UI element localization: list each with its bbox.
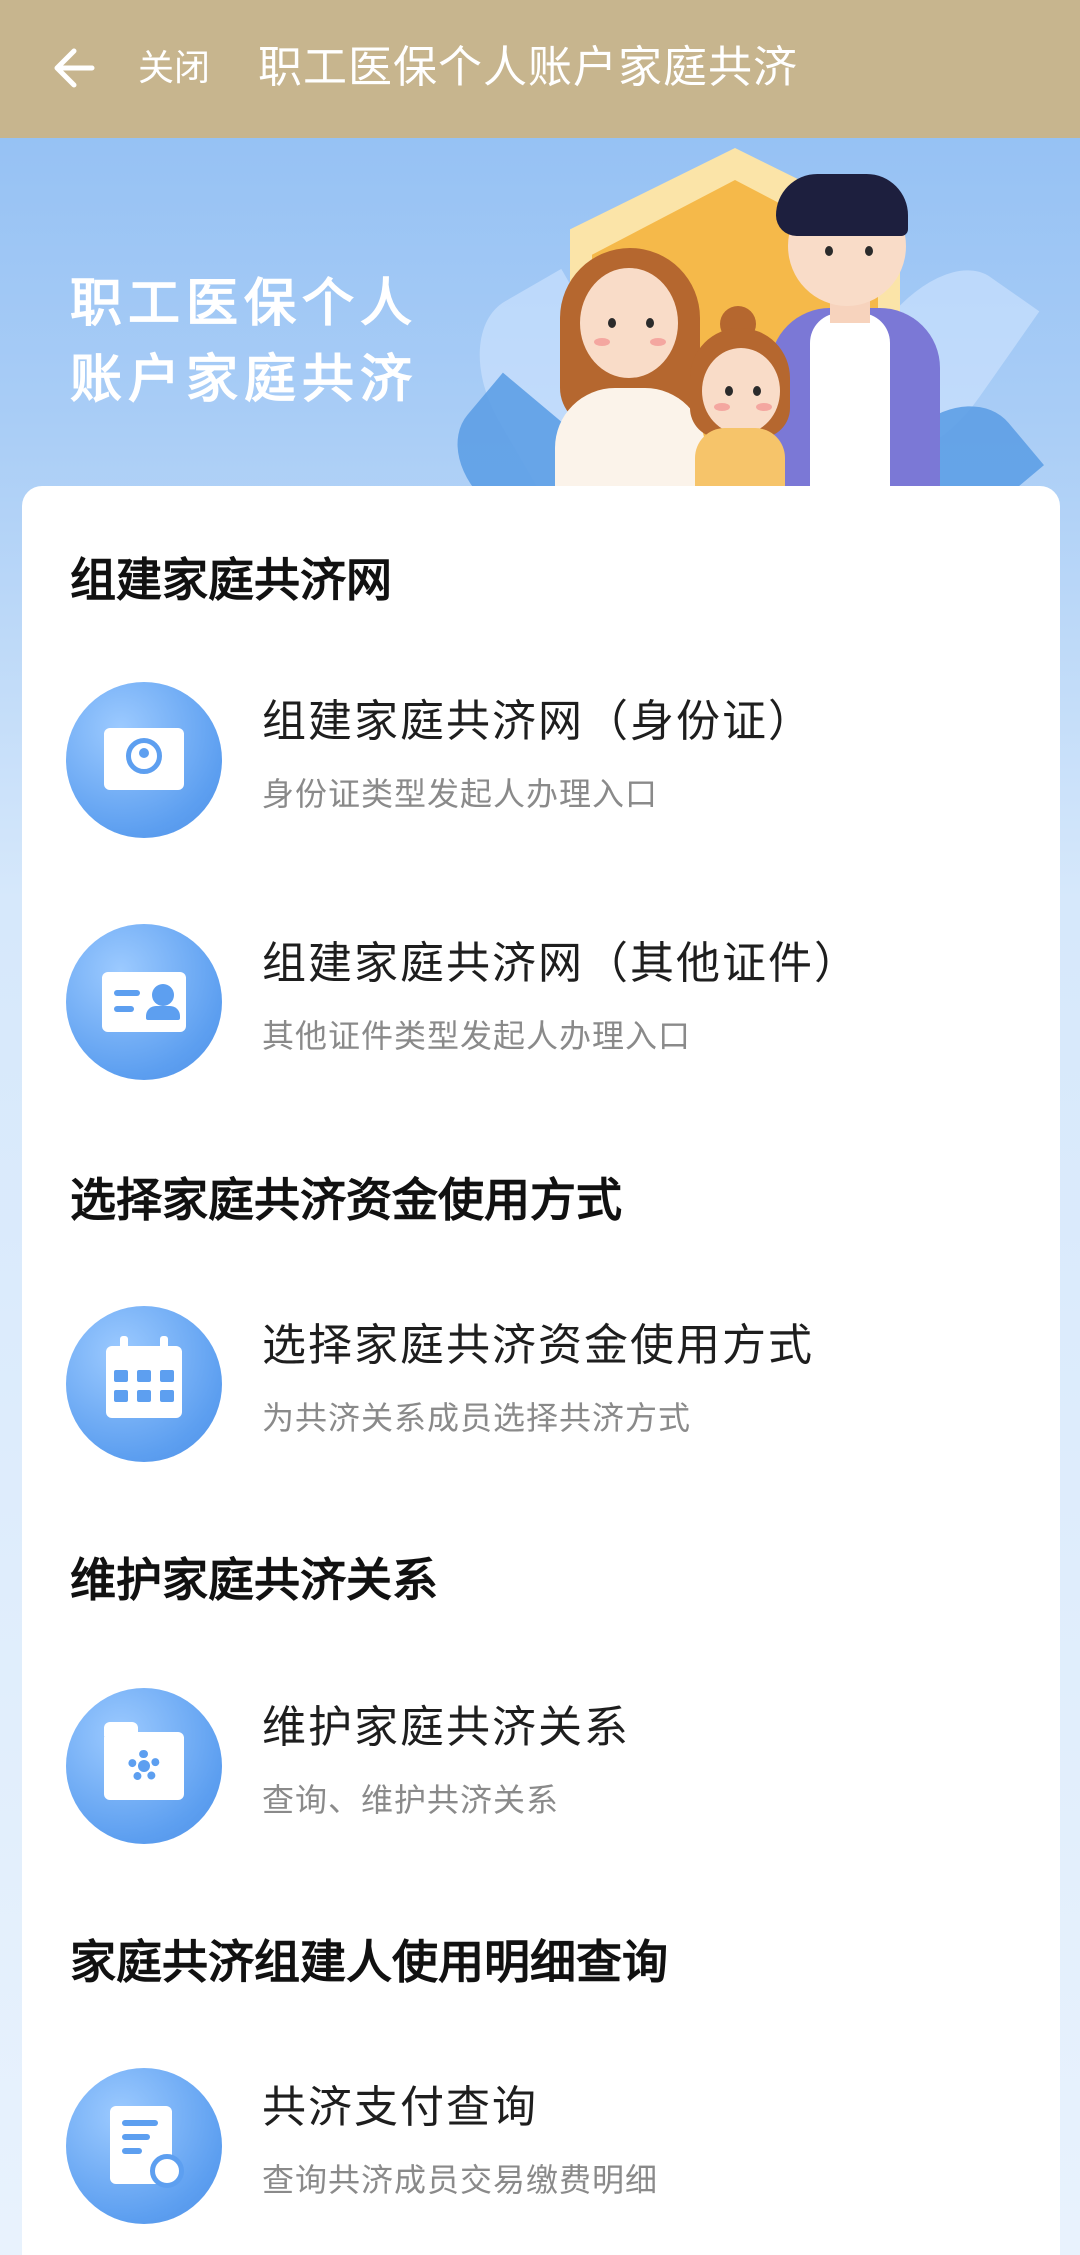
mother-eye — [646, 318, 654, 328]
father-eye — [825, 246, 833, 256]
document-line — [122, 2134, 150, 2140]
folder-tab — [104, 1722, 138, 1736]
girl-blush — [756, 403, 772, 411]
father-eye — [865, 246, 873, 256]
page-title: 职工医保个人账户家庭共济 — [258, 42, 798, 93]
family-illustration — [432, 138, 1044, 518]
top-bar: 关闭 职工医保个人账户家庭共济 — [0, 0, 1080, 138]
girl-eye — [725, 386, 733, 396]
contact-card-icon — [66, 924, 222, 1080]
father-hair — [776, 174, 908, 236]
card-line — [114, 990, 140, 996]
entry-title: 维护家庭共济关系 — [262, 1702, 630, 1753]
calendar-cell — [160, 1370, 174, 1382]
calendar-glyph — [106, 1336, 182, 1418]
close-button[interactable]: 关闭 — [138, 42, 210, 96]
document-line — [122, 2148, 142, 2154]
document-icon — [66, 2068, 222, 2224]
girl-head — [702, 348, 780, 434]
person-head-glyph — [152, 984, 174, 1006]
entry-subtitle: 为共济关系成员选择共济方式 — [262, 1399, 692, 1437]
hero-heading-line2: 账户家庭共济 — [70, 350, 419, 410]
entry-build-network-id-card[interactable]: 组建家庭共济网（身份证） 身份证类型发起人办理入口 — [22, 682, 1060, 842]
entry-subtitle: 查询共济成员交易缴费明细 — [262, 2161, 659, 2199]
girl-eye — [753, 386, 761, 396]
mother-eye — [608, 318, 616, 328]
entry-mutual-payment-query[interactable]: 共济支付查询 查询共济成员交易缴费明细 — [22, 2068, 1060, 2228]
emblem-glyph — [126, 738, 162, 774]
calendar-cell — [114, 1370, 128, 1382]
entry-subtitle: 身份证类型发起人办理入口 — [262, 775, 659, 813]
entry-select-fund-usage[interactable]: 选择家庭共济资金使用方式 为共济关系成员选择共济方式 — [22, 1306, 1060, 1466]
id-card-icon — [66, 682, 222, 838]
mother-head — [580, 268, 678, 378]
card-line — [114, 1006, 134, 1012]
entry-title: 选择家庭共济资金使用方式 — [262, 1320, 814, 1371]
section-title-usage-detail: 家庭共济组建人使用明细查询 — [70, 1935, 668, 1989]
person-body-glyph — [146, 1006, 180, 1020]
entry-title: 共济支付查询 — [262, 2082, 538, 2133]
calendar-ring — [160, 1336, 168, 1354]
mother-blush — [594, 338, 610, 346]
id-card-glyph — [104, 728, 184, 790]
folder-settings-icon — [66, 1688, 222, 1844]
calendar-cell — [160, 1390, 174, 1402]
section-title-fund-usage: 选择家庭共济资金使用方式 — [70, 1173, 622, 1227]
document-line — [122, 2120, 158, 2126]
entry-subtitle: 其他证件类型发起人办理入口 — [262, 1017, 692, 1055]
entry-subtitle: 查询、维护共济关系 — [262, 1781, 560, 1819]
arrow-left-icon[interactable] — [48, 43, 98, 93]
entry-maintain-relation[interactable]: 维护家庭共济关系 查询、维护共济关系 — [22, 1688, 1060, 1848]
gear-glyph — [128, 1750, 160, 1782]
folder-glyph — [104, 1722, 184, 1800]
calendar-cell — [137, 1390, 151, 1402]
entry-title: 组建家庭共济网（其他证件） — [262, 938, 860, 989]
girl-blush — [714, 403, 730, 411]
calendar-cell — [137, 1370, 151, 1382]
mother-blush — [650, 338, 666, 346]
contact-card-glyph — [102, 972, 186, 1032]
calendar-ring — [120, 1336, 128, 1354]
section-title-maintain-relation: 维护家庭共济关系 — [70, 1553, 438, 1607]
entry-title: 组建家庭共济网（身份证） — [262, 696, 814, 747]
hero-heading: 职工医保个人 账户家庭共济 — [70, 266, 418, 418]
section-title-build-network: 组建家庭共济网 — [70, 553, 392, 607]
service-card: 组建家庭共济网 组建家庭共济网（身份证） 身份证类型发起人办理入口 组建家庭共济… — [22, 486, 1060, 2255]
hero-heading-line1: 职工医保个人 — [70, 274, 419, 334]
hero-banner: 职工医保个人 账户家庭共济 — [0, 138, 1080, 518]
document-glyph — [110, 2106, 184, 2188]
entry-build-network-other-id[interactable]: 组建家庭共济网（其他证件） 其他证件类型发起人办理入口 — [22, 924, 1060, 1084]
calendar-icon — [66, 1306, 222, 1462]
stamp-glyph — [150, 2154, 184, 2188]
calendar-cell — [114, 1390, 128, 1402]
